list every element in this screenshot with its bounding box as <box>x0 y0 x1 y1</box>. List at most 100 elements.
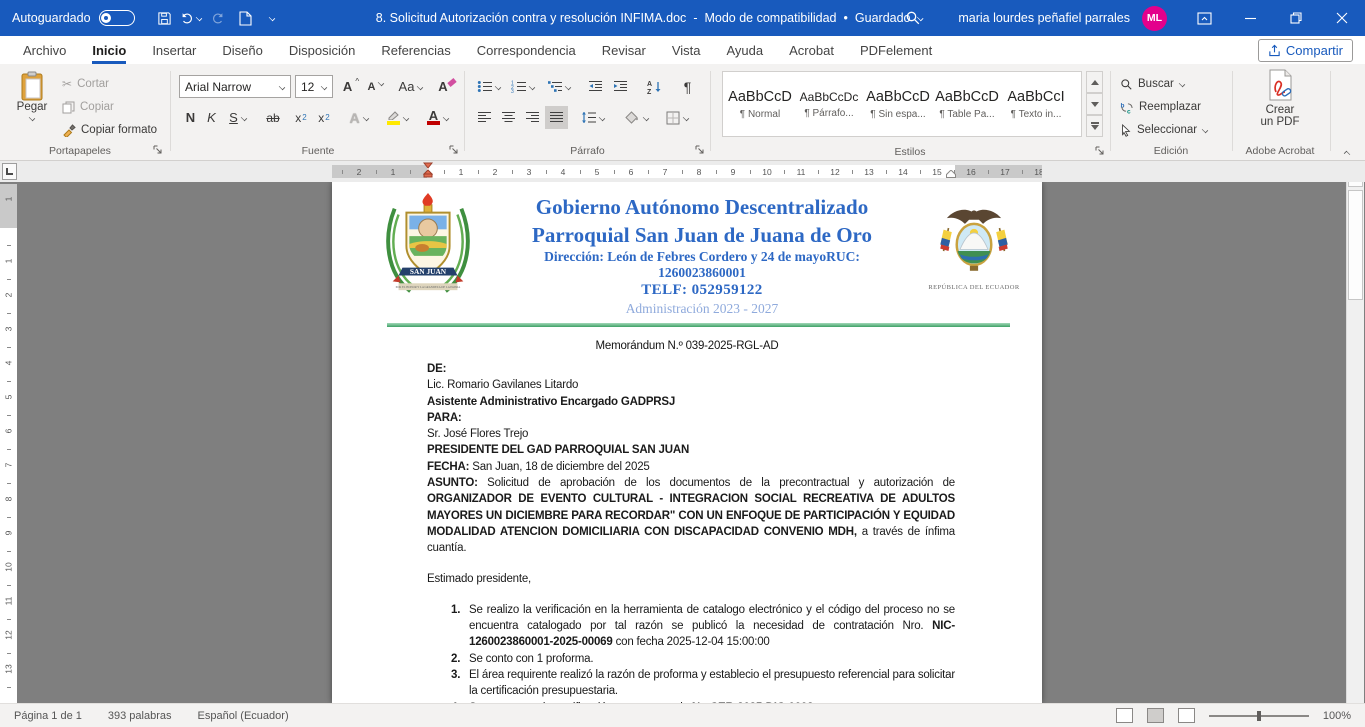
highlight-button[interactable] <box>381 106 415 129</box>
bullets-button[interactable] <box>473 75 504 98</box>
styles-gallery-more-button[interactable] <box>1086 115 1103 137</box>
avatar[interactable]: ML <box>1142 6 1167 31</box>
increase-indent-button[interactable] <box>609 75 632 98</box>
read-mode-button[interactable] <box>1116 708 1133 723</box>
subscript-button[interactable]: x2 <box>290 106 312 129</box>
superscript-button[interactable]: x2 <box>313 106 335 129</box>
customize-qat-button[interactable] <box>259 3 286 33</box>
shading-button[interactable] <box>620 106 654 129</box>
pilcrow-icon: ¶ <box>684 79 692 95</box>
memo-body[interactable]: DE:Lic. Romario Gavilanes LitardoAsisten… <box>427 361 955 716</box>
underline-button[interactable]: S <box>222 106 254 129</box>
styles-scroll-up-button[interactable] <box>1086 71 1103 93</box>
style-card[interactable]: AaBbCcD¶ Normal <box>727 76 793 132</box>
minimize-button[interactable] <box>1227 0 1273 36</box>
font-name-combobox[interactable]: Arial Narrow <box>179 75 291 98</box>
autosave-toggle[interactable] <box>99 10 135 26</box>
vertical-ruler[interactable]: 123456789101112131 <box>0 184 17 703</box>
replace-button[interactable]: bc Reemplazar <box>1120 96 1201 118</box>
copy-button[interactable]: Copiar <box>62 96 114 118</box>
borders-button[interactable] <box>660 106 694 129</box>
tab-pdfelement[interactable]: PDFelement <box>847 36 945 64</box>
left-indent-marker[interactable] <box>423 162 433 178</box>
close-button[interactable] <box>1319 0 1365 36</box>
show-marks-button[interactable]: ¶ <box>676 75 699 98</box>
restore-button[interactable] <box>1273 0 1319 36</box>
grow-font-button[interactable]: A^ <box>339 75 363 98</box>
bold-button[interactable]: N <box>180 106 201 129</box>
undo-button[interactable] <box>178 3 205 33</box>
strikethrough-icon: ab <box>266 111 279 125</box>
share-button[interactable]: Compartir <box>1258 39 1353 62</box>
scrollbar-thumb[interactable] <box>1348 190 1363 300</box>
format-painter-button[interactable]: Copiar formato <box>62 119 157 141</box>
cut-button[interactable]: ✂ Cortar <box>62 73 109 95</box>
tab-archivo[interactable]: Archivo <box>10 36 79 64</box>
status-item[interactable]: Página 1 de 1 <box>14 710 82 722</box>
ruler-number: 4 <box>4 355 14 372</box>
right-indent-marker[interactable] <box>946 170 956 178</box>
align-left-button[interactable] <box>473 106 496 129</box>
tab-revisar[interactable]: Revisar <box>589 36 659 64</box>
style-card[interactable]: AaBbCcI¶ Texto in... <box>1003 76 1069 132</box>
style-card[interactable]: AaBbCcD¶ Table Pa... <box>934 76 1000 132</box>
tab-insertar[interactable]: Insertar <box>139 36 209 64</box>
clipboard-dialog-launcher-icon[interactable] <box>152 144 163 155</box>
ruler-number: 11 <box>4 593 14 610</box>
saved-status[interactable]: Guardado <box>855 11 911 25</box>
change-case-button[interactable]: Aa <box>394 75 428 98</box>
tab-correspondencia[interactable]: Correspondencia <box>464 36 589 64</box>
numbering-button[interactable]: 123 <box>506 75 539 98</box>
shrink-font-button[interactable]: A <box>364 75 388 98</box>
vertical-scrollbar[interactable] <box>1346 166 1364 703</box>
italic-button[interactable]: K <box>202 106 221 129</box>
tab-diseño[interactable]: Diseño <box>209 36 275 64</box>
styles-scroll-down-button[interactable] <box>1086 93 1103 115</box>
ribbon-display-options-button[interactable] <box>1181 0 1227 36</box>
style-card[interactable]: AaBbCcD¶ Sin espa... <box>865 76 931 132</box>
zoom-slider[interactable] <box>1209 715 1309 717</box>
tab-referencias[interactable]: Referencias <box>368 36 463 64</box>
font-color-button[interactable]: A <box>421 106 455 129</box>
tab-vista[interactable]: Vista <box>659 36 714 64</box>
find-button[interactable]: Buscar <box>1120 73 1185 95</box>
strikethrough-button[interactable]: ab <box>260 106 286 129</box>
search-icon[interactable] <box>905 10 921 26</box>
document-page[interactable]: SAN JUAN POR EL HONOR Y LA GRANDEZA DE L… <box>332 182 1042 703</box>
tab-ayuda[interactable]: Ayuda <box>713 36 776 64</box>
paragraph-dialog-launcher-icon[interactable] <box>694 144 705 155</box>
create-pdf-button[interactable]: Crear un PDF <box>1240 69 1320 128</box>
tab-inicio[interactable]: Inicio <box>79 36 139 64</box>
redo-button[interactable] <box>205 3 232 33</box>
font-size-combobox[interactable]: 12 <box>295 75 333 98</box>
collapse-ribbon-button[interactable] <box>1344 144 1350 162</box>
style-card[interactable]: AaBbCcDc¶ Párrafo... <box>796 76 862 132</box>
multilevel-list-button[interactable] <box>541 75 576 98</box>
styles-dialog-launcher-icon[interactable] <box>1094 145 1105 156</box>
text-effects-button[interactable]: A <box>343 106 375 129</box>
select-button[interactable]: Seleccionar <box>1120 119 1208 141</box>
zoom-slider-knob[interactable] <box>1257 711 1261 721</box>
print-layout-button[interactable] <box>1147 708 1164 723</box>
clear-formatting-button[interactable]: A <box>434 75 460 98</box>
user-name[interactable]: maria lourdes peñafiel parrales <box>958 11 1130 25</box>
tab-selector[interactable] <box>2 163 17 180</box>
zoom-level[interactable]: 100% <box>1323 710 1351 722</box>
tab-acrobat[interactable]: Acrobat <box>776 36 847 64</box>
line-spacing-button[interactable] <box>576 106 610 129</box>
new-document-button[interactable] <box>232 3 259 33</box>
decrease-indent-button[interactable] <box>584 75 607 98</box>
tab-disposición[interactable]: Disposición <box>276 36 368 64</box>
font-dialog-launcher-icon[interactable] <box>448 144 459 155</box>
web-layout-button[interactable] <box>1178 708 1195 723</box>
justify-button[interactable] <box>545 106 568 129</box>
save-button[interactable] <box>151 3 178 33</box>
paste-button[interactable]: Pegar <box>8 69 56 143</box>
status-item[interactable]: Español (Ecuador) <box>198 710 289 722</box>
align-right-button[interactable] <box>521 106 544 129</box>
status-item[interactable]: 393 palabras <box>108 710 172 722</box>
clear-format-icon: A <box>438 79 447 94</box>
align-center-button[interactable] <box>497 106 520 129</box>
sort-button[interactable]: AZ <box>640 75 670 98</box>
horizontal-ruler[interactable]: 12345678910111213141516171821 <box>332 165 1042 178</box>
